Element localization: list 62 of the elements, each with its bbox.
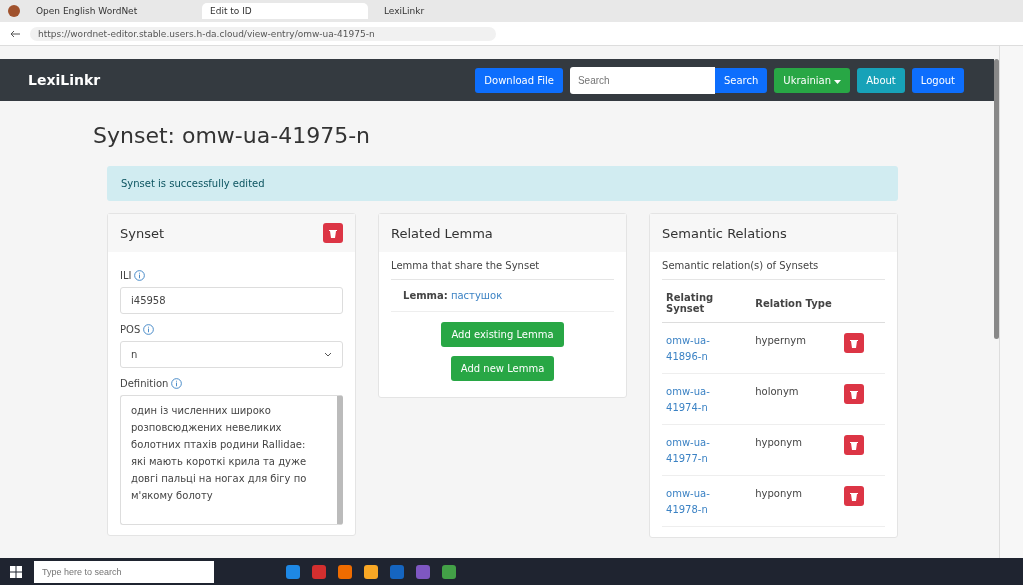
brand-logo[interactable]: LexiLinkr bbox=[28, 72, 101, 88]
download-button[interactable]: Download File bbox=[475, 67, 563, 93]
card-title: Related Lemma bbox=[391, 225, 493, 241]
search-button[interactable]: Search bbox=[714, 67, 768, 93]
pos-select[interactable]: n bbox=[120, 341, 343, 368]
language-dropdown[interactable]: Ukrainian bbox=[774, 67, 851, 93]
browser-tab[interactable]: Edit to ID bbox=[202, 3, 368, 19]
card-title: Semantic Relations bbox=[662, 225, 787, 241]
profile-icon[interactable] bbox=[8, 5, 20, 17]
table-cell: hypernym bbox=[751, 322, 841, 374]
delete-button[interactable] bbox=[844, 435, 865, 455]
delete-button[interactable] bbox=[844, 384, 865, 404]
column-header: Relation Type bbox=[751, 284, 841, 323]
trash-icon bbox=[850, 491, 859, 501]
info-icon[interactable] bbox=[143, 324, 155, 335]
card-title: Synset bbox=[120, 225, 165, 241]
browser-tab[interactable]: LexiLinkr bbox=[376, 3, 542, 19]
add-lemma-button[interactable]: Add new Lemma bbox=[450, 356, 555, 381]
trash-icon bbox=[329, 228, 337, 238]
page-title: Synset: omw-ua-41975-n bbox=[93, 123, 371, 148]
search-field[interactable]: Search bbox=[569, 66, 715, 94]
table-cell: hyponym bbox=[751, 424, 841, 476]
success-alert: Synset is successfully edited bbox=[107, 166, 899, 201]
taskbar-app-icon[interactable] bbox=[442, 564, 456, 579]
trash-icon bbox=[850, 440, 859, 450]
browser-tab[interactable]: Open English WordNet bbox=[28, 3, 194, 19]
logout-button[interactable]: Logout bbox=[911, 67, 965, 93]
scrollbar[interactable] bbox=[994, 59, 1000, 339]
info-icon[interactable] bbox=[171, 378, 183, 389]
ili-field[interactable]: i45958 bbox=[120, 287, 343, 314]
synset-link[interactable]: omw-ua-41977-n bbox=[666, 435, 717, 467]
card-subtitle: Semantic relation(s) of Synsets bbox=[662, 260, 886, 280]
table-cell: hyponym bbox=[751, 475, 841, 527]
back-icon[interactable] bbox=[10, 29, 20, 38]
field-label: Definition bbox=[120, 378, 169, 389]
address-field[interactable]: https://wordnet-editor.stable.users.h-da.cloud/view-entry/omw-ua-41975-n bbox=[30, 26, 496, 41]
synset-link[interactable]: omw-ua-41978-n bbox=[666, 486, 717, 518]
synset-link[interactable]: omw-ua-41974-n bbox=[666, 384, 717, 416]
field-label: POS bbox=[120, 324, 141, 335]
taskbar-app-icon[interactable] bbox=[338, 564, 352, 579]
chevron-icon bbox=[324, 352, 332, 357]
definition-field[interactable]: один із численних широко розповсюджених невеликих болотних птахів родини Rallidae: які мають короткі крила та дуже довгі пальці на ногах для бігу по м'якому болоту bbox=[120, 395, 343, 525]
synset-link[interactable]: omw-ua-41896-n bbox=[666, 333, 717, 365]
taskbar-app-icon[interactable] bbox=[364, 564, 378, 579]
table-cell: holonym bbox=[751, 373, 841, 425]
taskbar-app-icon[interactable] bbox=[286, 564, 300, 579]
lemma-link[interactable]: пастушок bbox=[450, 290, 503, 301]
card-subtitle: Lemma that share the Synset bbox=[391, 260, 615, 280]
column-header: Relating Synset bbox=[662, 284, 752, 323]
field-label: ILI bbox=[120, 270, 132, 281]
info-icon[interactable] bbox=[134, 270, 146, 281]
trash-icon bbox=[850, 389, 859, 399]
trash-icon bbox=[850, 338, 859, 348]
taskbar-search-field[interactable]: Type here to search bbox=[34, 560, 214, 583]
delete-button[interactable] bbox=[323, 223, 343, 243]
add-lemma-button[interactable]: Add existing Lemma bbox=[441, 322, 564, 347]
caret-icon bbox=[834, 79, 842, 84]
delete-button[interactable] bbox=[844, 486, 865, 506]
windows-icon[interactable] bbox=[10, 565, 22, 578]
lemma-label: Lemma: bbox=[403, 290, 448, 301]
delete-button[interactable] bbox=[844, 333, 865, 353]
about-button[interactable]: About bbox=[857, 67, 905, 93]
